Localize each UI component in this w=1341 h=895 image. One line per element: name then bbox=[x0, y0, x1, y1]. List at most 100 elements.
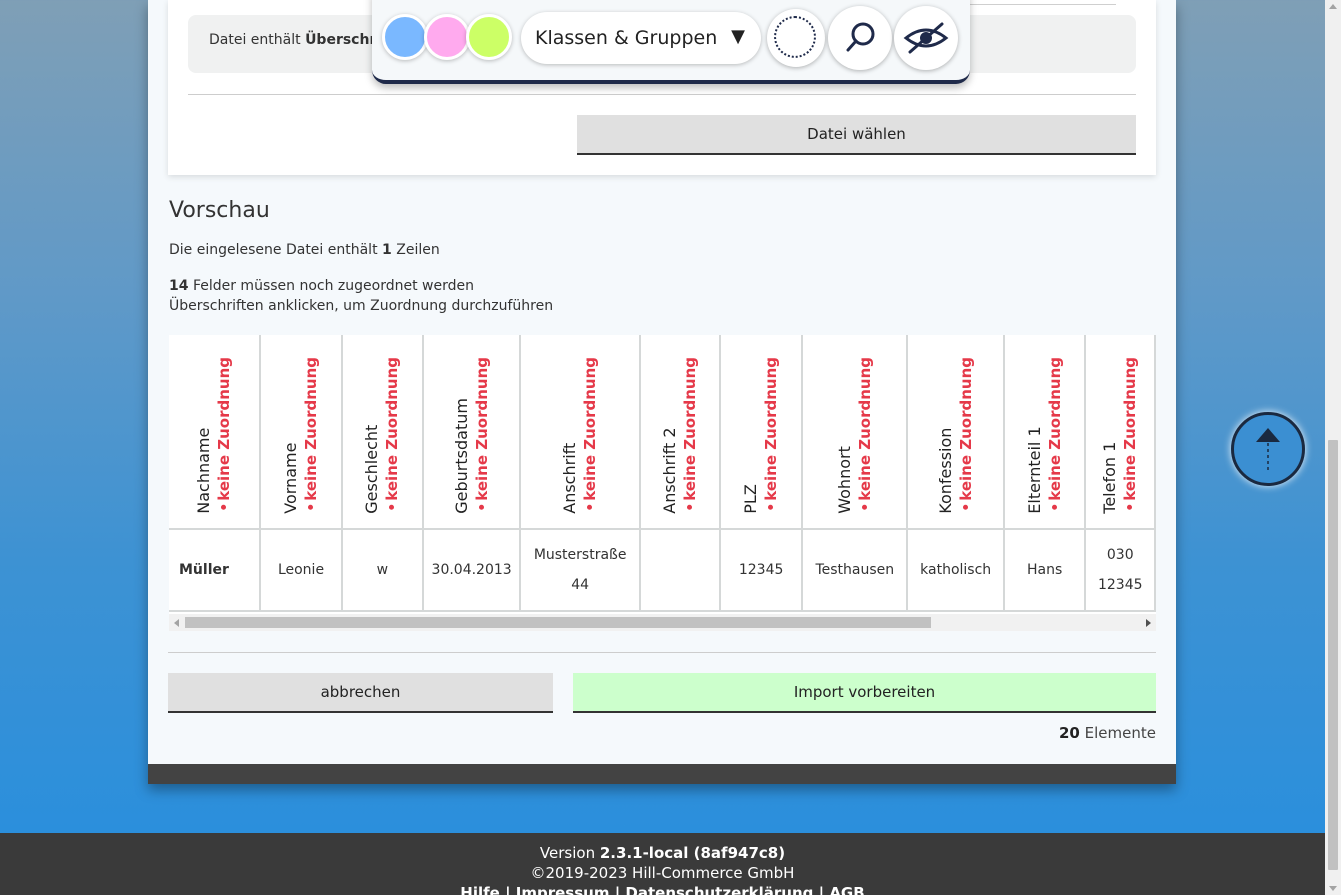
footer-link-terms[interactable]: AGB bbox=[829, 884, 864, 895]
prepare-import-button[interactable]: Import vorbereiten bbox=[573, 673, 1156, 713]
header-row: Nachname keine Zuordnung Vorname keine Zuor… bbox=[169, 335, 1156, 530]
version-line: Version 2.3.1-local (8af947c8) bbox=[0, 843, 1325, 863]
rows-info: Die eingelesene Datei enthält 1 Zeilen bbox=[169, 242, 440, 258]
page-scrollbar-thumb[interactable] bbox=[1328, 440, 1338, 870]
divider bbox=[968, 4, 1116, 5]
eye-slash-icon bbox=[903, 22, 949, 54]
page-scrollbar[interactable] bbox=[1325, 0, 1341, 895]
column-assignment: keine Zuordnung bbox=[581, 357, 600, 501]
column-assignment: keine Zuordnung bbox=[956, 357, 975, 501]
search-button[interactable] bbox=[828, 6, 892, 70]
column-header[interactable]: Wohnort keine Zuordnung bbox=[802, 335, 909, 530]
fields-info: 14 Felder müssen noch zugeordnet werden bbox=[169, 278, 474, 294]
column-name: Vorname bbox=[281, 442, 300, 514]
divider bbox=[188, 94, 1136, 95]
column-assignment: keine Zuordnung bbox=[1121, 357, 1140, 501]
copyright: ©2019-2023 Hill-Commerce GmbH bbox=[530, 864, 795, 882]
file-contains-option[interactable]: Überschr bbox=[305, 32, 376, 48]
column-header[interactable]: Telefon 1 keine Zuordnung bbox=[1085, 335, 1156, 530]
divider bbox=[168, 652, 1156, 653]
fields-info-text: Felder müssen noch zugeordnet werden bbox=[192, 278, 474, 294]
unassigned-dot-icon bbox=[479, 505, 485, 510]
column-header[interactable]: Nachname keine Zuordnung bbox=[169, 335, 261, 530]
column-name: Geschlecht bbox=[362, 424, 382, 514]
version-number: 2.3.1-local (8af947c8) bbox=[599, 844, 786, 862]
unassigned-dot-icon bbox=[1127, 505, 1133, 510]
column-header-label: Nachname keine Zuordnung bbox=[194, 357, 234, 514]
unassigned-dot-icon bbox=[389, 505, 395, 510]
table-row: Müller Leonie w 30.04.2013 Musterstraße 44 12… bbox=[169, 529, 1156, 612]
table-horizontal-scrollbar[interactable] bbox=[169, 614, 1156, 631]
column-assignment: keine Zuordnung bbox=[302, 357, 320, 501]
scroll-left-arrow-icon[interactable] bbox=[174, 619, 179, 627]
dotted-circle-button[interactable] bbox=[767, 9, 825, 67]
color-swatch-blue[interactable] bbox=[382, 14, 428, 60]
group-select-value: Klassen & Gruppen bbox=[535, 27, 718, 49]
version-prefix: Version bbox=[539, 844, 596, 862]
column-assignment: keine Zuordnung bbox=[215, 357, 233, 501]
table-cell: w bbox=[342, 529, 424, 612]
rows-info-suffix: Zeilen bbox=[396, 242, 440, 258]
page-footer: Version 2.3.1-local (8af947c8) ©2019-202… bbox=[0, 833, 1325, 895]
column-name: Anschrift 2 bbox=[659, 427, 679, 514]
column-header[interactable]: Geschlecht keine Zuordnung bbox=[342, 335, 424, 530]
hide-button[interactable] bbox=[894, 6, 958, 70]
color-swatch-pink[interactable] bbox=[424, 14, 470, 60]
cancel-button[interactable]: abbrechen bbox=[168, 673, 553, 713]
unassigned-dot-icon bbox=[963, 505, 969, 510]
column-name: PLZ bbox=[741, 484, 761, 514]
column-header-label: Geschlecht keine Zuordnung bbox=[362, 357, 402, 514]
unassigned-dot-icon bbox=[587, 505, 593, 510]
column-assignment: keine Zuordnung bbox=[680, 357, 699, 501]
column-header[interactable]: Geburtsdatum keine Zuordnung bbox=[422, 335, 522, 530]
column-name: Geburtsdatum bbox=[451, 398, 471, 514]
choose-file-button[interactable]: Datei wählen bbox=[577, 115, 1136, 155]
column-header-label: PLZ keine Zuordnung bbox=[741, 357, 781, 514]
column-header-label: Wohnort keine Zuordnung bbox=[835, 357, 875, 514]
table-cell: Musterstraße 44 bbox=[520, 529, 641, 612]
color-swatch-green[interactable] bbox=[466, 14, 512, 60]
scroll-down-arrow-icon[interactable] bbox=[1329, 886, 1337, 891]
column-header[interactable]: Konfession keine Zuordnung bbox=[907, 335, 1005, 530]
table-cell: Testhausen bbox=[802, 529, 909, 612]
hint-info: Überschriften anklicken, um Zuordnung du… bbox=[169, 298, 554, 314]
scroll-up-arrow-icon[interactable] bbox=[1329, 4, 1337, 9]
column-name: Anschrift bbox=[560, 442, 580, 514]
rows-count: 1 bbox=[382, 242, 392, 258]
column-name: Telefon 1 bbox=[1100, 441, 1120, 514]
search-icon bbox=[846, 22, 875, 52]
column-header[interactable]: Anschrift 2 keine Zuordnung bbox=[639, 335, 722, 530]
column-name: Wohnort bbox=[834, 446, 854, 514]
column-name: Nachname bbox=[194, 427, 213, 514]
elements-count-number: 20 bbox=[1059, 724, 1080, 742]
table-scrollbar-thumb[interactable] bbox=[185, 617, 931, 628]
group-select[interactable]: Klassen & Gruppen ▼ bbox=[521, 12, 761, 64]
column-header[interactable]: Elternteil 1 keine Zuordnung bbox=[1003, 335, 1087, 530]
column-assignment: keine Zuordnung bbox=[472, 357, 491, 501]
footer-link-privacy[interactable]: Datenschutzerklärung bbox=[625, 884, 813, 895]
preview-table: Nachname keine Zuordnung Vorname keine Zuor… bbox=[169, 335, 1156, 612]
unassigned-dot-icon bbox=[221, 505, 227, 510]
footer-link-imprint[interactable]: Impressum bbox=[516, 884, 610, 895]
import-card: Datei enthält Überschr Datei wählen Vors… bbox=[148, 0, 1176, 784]
unassigned-dot-icon bbox=[862, 505, 868, 510]
chevron-down-icon: ▼ bbox=[731, 26, 745, 47]
table-cell: Leonie bbox=[260, 529, 344, 612]
unassigned-dot-icon bbox=[1052, 505, 1058, 510]
column-header[interactable]: Anschrift keine Zuordnung bbox=[520, 335, 641, 530]
arrow-up-icon bbox=[1256, 428, 1280, 471]
scroll-to-top-button[interactable] bbox=[1231, 412, 1305, 486]
column-header[interactable]: Vorname keine Zuordnung bbox=[260, 335, 344, 530]
column-header-label: Telefon 1 keine Zuordnung bbox=[1100, 357, 1140, 514]
footer-links: Hilfe | Impressum | Datenschutzerklärung… bbox=[0, 883, 1325, 895]
column-header-label: Geburtsdatum keine Zuordnung bbox=[452, 357, 492, 514]
scroll-right-arrow-icon[interactable] bbox=[1146, 619, 1151, 627]
column-assignment: keine Zuordnung bbox=[383, 357, 402, 501]
preview-table-container: Nachname keine Zuordnung Vorname keine Zuor… bbox=[169, 335, 1156, 631]
column-assignment: keine Zuordnung bbox=[762, 357, 781, 501]
column-header[interactable]: PLZ keine Zuordnung bbox=[720, 335, 804, 530]
table-cell: 12345 bbox=[720, 529, 804, 612]
column-header-label: Elternteil 1 keine Zuordnung bbox=[1025, 357, 1065, 514]
column-assignment: keine Zuordnung bbox=[1045, 357, 1064, 501]
footer-link-help[interactable]: Hilfe bbox=[460, 884, 500, 895]
